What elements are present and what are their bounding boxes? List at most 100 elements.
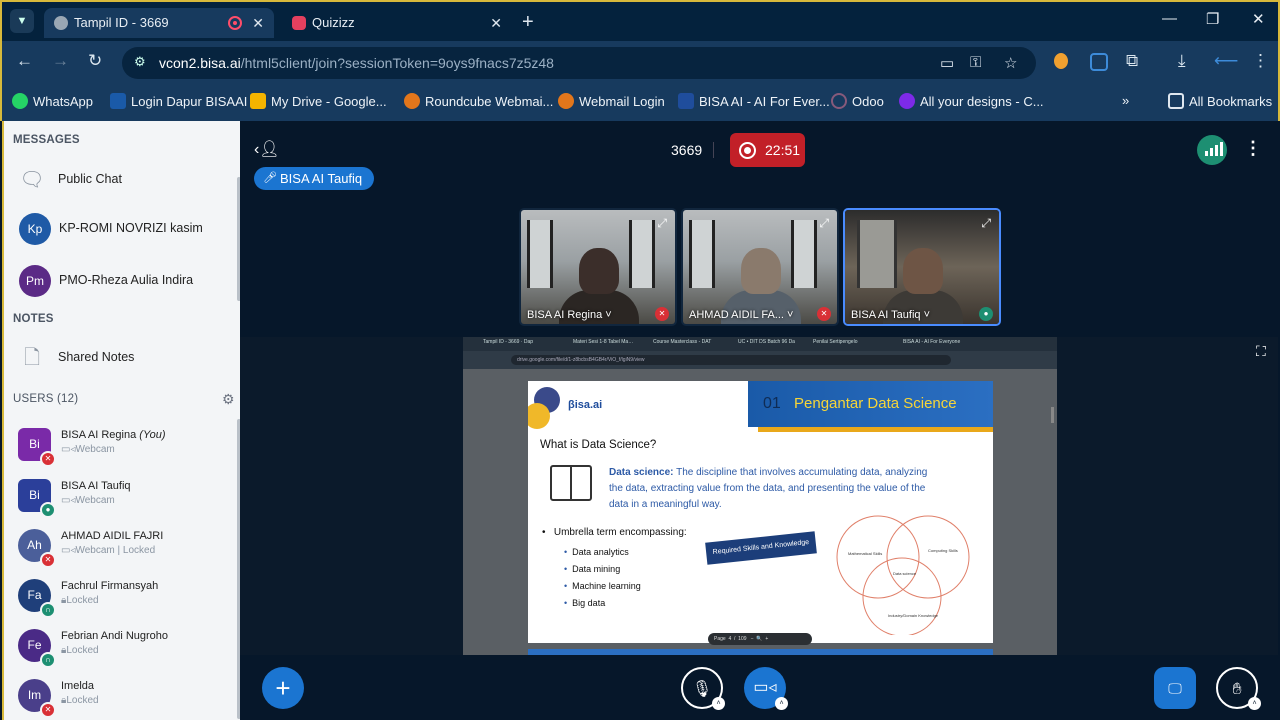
download-icon[interactable]: ⤓ bbox=[1178, 51, 1186, 71]
reload-icon[interactable]: ↻ bbox=[88, 51, 102, 71]
user-list-item[interactable]: Im ✕ Imelda 🔒︎Locked bbox=[4, 670, 236, 720]
bookmark-login-dapur[interactable]: Login Dapur BISAAI bbox=[110, 93, 247, 109]
expand-icon[interactable]: ⤢ bbox=[819, 216, 829, 231]
tab-tampil[interactable]: Tampil ID - 3669 ✕ bbox=[44, 8, 274, 38]
tab-title: Tampil ID - 3669 bbox=[74, 15, 169, 30]
user-status: Locked bbox=[66, 645, 99, 656]
video-options-chevron-icon[interactable]: ˄ bbox=[775, 697, 788, 710]
actions-plus-button[interactable]: + bbox=[262, 667, 304, 709]
fullscreen-icon[interactable]: ⛶ bbox=[1256, 343, 1266, 360]
meeting-name: 3669 bbox=[671, 142, 703, 158]
user-list-item[interactable]: Bi ● BISA AI Taufiq ▭◃Webcam bbox=[4, 470, 236, 520]
bookmark-roundcube[interactable]: Roundcube Webmai... bbox=[404, 93, 553, 109]
venn-label: Data science bbox=[893, 571, 917, 576]
video-tile[interactable]: ⤢ BISA AI Regina ˅ ✕ bbox=[519, 208, 677, 326]
bookmark-google-drive[interactable]: My Drive - Google... bbox=[250, 93, 387, 109]
user-list-item[interactable]: Fe ∩ Febrian Andi Nugroho 🔒︎Locked bbox=[4, 620, 236, 670]
browser-toolbar: ← → ↻ ⚙ vcon2.bisa.ai/html5client/join?s… bbox=[0, 41, 1280, 85]
expand-icon[interactable]: ⤢ bbox=[657, 216, 667, 231]
background-window bbox=[527, 220, 553, 288]
connection-status-icon[interactable] bbox=[1197, 135, 1227, 165]
close-tab-icon[interactable]: ✕ bbox=[490, 8, 502, 38]
more-bookmarks-chevron-icon[interactable]: » bbox=[1122, 93, 1129, 108]
toggle-user-list-icon[interactable]: ‹👤︎ bbox=[254, 139, 280, 159]
minimize-icon[interactable]: — bbox=[1162, 10, 1177, 27]
private-chat-item[interactable]: Pm PMO-Rheza Aulia Indira bbox=[4, 258, 236, 304]
share-screen-button[interactable]: 🖵 bbox=[1154, 667, 1196, 709]
notes-heading: NOTES bbox=[13, 313, 54, 325]
monitor-icon: 🖵 bbox=[1168, 680, 1182, 696]
audio-options-chevron-icon[interactable]: ˄ bbox=[712, 697, 725, 710]
slide-title: Pengantar Data Science bbox=[794, 395, 957, 412]
user-options-gear-icon[interactable]: ⚙ bbox=[222, 391, 235, 408]
mic-icon: ● bbox=[979, 307, 993, 321]
meeting-main: ‹👤︎ 🎤︎ BISA AI Taufiq 3669 22:51 ⋮ ⤢ BIS… bbox=[240, 121, 1278, 720]
user-status-row: 🔒︎Locked bbox=[61, 695, 99, 706]
user-list-item[interactable]: Bi ✕ BISA AI Regina (You) ▭◃Webcam bbox=[4, 419, 236, 469]
bookmark-whatsapp[interactable]: WhatsApp bbox=[12, 93, 93, 109]
cast-icon[interactable] bbox=[1090, 53, 1108, 71]
close-window-icon[interactable]: ✕ bbox=[1252, 10, 1265, 28]
reactions-chevron-icon[interactable]: ˄ bbox=[1248, 697, 1261, 710]
background-window bbox=[689, 220, 715, 288]
browser-menu-icon[interactable]: ⋮ bbox=[1252, 51, 1269, 71]
roundcube-icon bbox=[404, 93, 420, 109]
bookmark-label: All Bookmarks bbox=[1189, 94, 1273, 109]
bookmark-canva[interactable]: All your designs - C... bbox=[899, 93, 1044, 109]
private-chat-item[interactable]: Kp KP-ROMI NOVRIZI kasim bbox=[4, 206, 236, 252]
public-chat-item[interactable]: 🗨 Public Chat bbox=[4, 157, 236, 203]
video-name: AHMAD AIDIL FA... bbox=[689, 309, 784, 321]
bookmark-bisa-ai[interactable]: BISA AI - AI For Ever... bbox=[678, 93, 830, 109]
user-list-item[interactable]: Ah ✕ AHMAD AIDIL FAJRI ▭◃Webcam | Locked bbox=[4, 520, 236, 570]
chat-bubbles-icon: 🗨 bbox=[19, 169, 45, 191]
shared-browser-tabs: Tampil ID - 3669 · Dap Materi Sesi 1-8 T… bbox=[463, 337, 1057, 351]
back-icon[interactable]: ← bbox=[16, 51, 33, 71]
forward-icon[interactable]: → bbox=[52, 51, 69, 71]
key-icon[interactable]: ⚿ bbox=[970, 54, 981, 71]
video-tile[interactable]: ⤢ AHMAD AIDIL FA... ˅ ✕ bbox=[681, 208, 839, 326]
users-heading: USERS (12) bbox=[13, 393, 79, 405]
venn-label: Computing Skills bbox=[928, 548, 958, 553]
user-status: Webcam | Locked bbox=[75, 545, 156, 556]
talking-indicator[interactable]: 🎤︎ BISA AI Taufiq bbox=[254, 167, 375, 190]
extensions-puzzle-icon[interactable]: ⧉ bbox=[1126, 51, 1138, 71]
bookmarks-bar: WhatsApp Login Dapur BISAAI My Drive - G… bbox=[0, 85, 1280, 121]
bookmark-label: All your designs - C... bbox=[920, 94, 1044, 109]
recording-indicator[interactable]: 22:51 bbox=[730, 133, 805, 167]
bisa-ai-icon bbox=[678, 93, 694, 109]
tab-quizizz[interactable]: Quizizz ✕ bbox=[282, 8, 512, 38]
tab-search-chevron-icon[interactable]: ▼ bbox=[10, 9, 34, 33]
odoo-icon bbox=[831, 93, 847, 109]
video-tile[interactable]: ⤢ BISA AI Taufiq ˅ ● bbox=[843, 208, 1001, 326]
all-bookmarks[interactable]: All Bookmarks bbox=[1168, 93, 1272, 109]
extension-icon[interactable] bbox=[1054, 53, 1068, 69]
page-controls: Page 4 / 109 − 🔍 + bbox=[708, 633, 812, 645]
shared-notes-item[interactable]: 🗋 Shared Notes bbox=[4, 335, 236, 381]
topic-item: • Machine learning bbox=[564, 581, 641, 591]
camera-icon[interactable]: ▭ bbox=[940, 54, 954, 72]
book-icon bbox=[550, 465, 592, 501]
new-tab-button[interactable]: + bbox=[522, 8, 534, 36]
user-name: Fachrul Firmansyah bbox=[61, 580, 159, 592]
muted-mic-icon: ✕ bbox=[655, 307, 669, 321]
blank-page-icon bbox=[110, 93, 126, 109]
recording-indicator-icon bbox=[228, 16, 242, 30]
webcam-icon: ▭◃ bbox=[61, 545, 76, 556]
bookmark-webmail[interactable]: Webmail Login bbox=[558, 93, 665, 109]
profile-icon[interactable]: ⟵ bbox=[1214, 51, 1238, 71]
restore-icon[interactable]: ❐ bbox=[1206, 10, 1219, 28]
close-tab-icon[interactable]: ✕ bbox=[252, 8, 264, 38]
address-bar[interactable]: ⚙ vcon2.bisa.ai/html5client/join?session… bbox=[122, 47, 1036, 79]
shared-address-bar: drive.google.com/file/d/1-z8bcbsB4GB4r/V… bbox=[463, 351, 1057, 369]
expand-icon[interactable]: ⤢ bbox=[981, 216, 991, 231]
user-status: Locked bbox=[66, 595, 99, 606]
site-info-icon[interactable]: ⚙ bbox=[134, 54, 152, 72]
bookmark-odoo[interactable]: Odoo bbox=[831, 93, 884, 109]
bookmark-star-icon[interactable]: ☆ bbox=[1004, 54, 1017, 72]
options-menu-icon[interactable]: ⋮ bbox=[1244, 138, 1262, 159]
slide-header: βisa.ai 01 Pengantar Data Science bbox=[528, 381, 993, 433]
shared-scrollbar bbox=[1051, 407, 1054, 423]
user-list-item[interactable]: Fa ∩ Fachrul Firmansyah 🔒︎Locked bbox=[4, 570, 236, 620]
avatar: Pm bbox=[19, 265, 51, 297]
document-icon: 🗋 bbox=[23, 347, 41, 369]
